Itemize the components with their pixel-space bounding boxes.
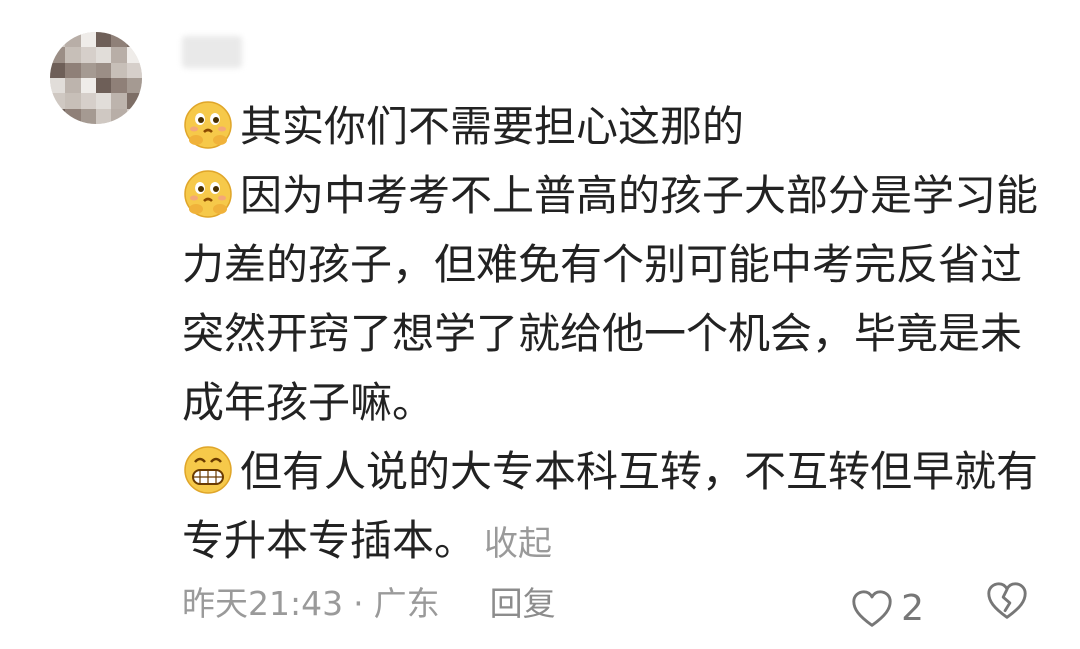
- comment-actions: 2: [849, 578, 1030, 639]
- heart-icon: [852, 589, 892, 627]
- avatar[interactable]: [50, 32, 142, 124]
- username-blurred[interactable]: [182, 36, 242, 68]
- comment-text-2: 因为中考考不上普高的孩子大部分是学习能力差的孩子，但难免有个别可能中考完反省过突…: [182, 171, 1039, 427]
- comment-paragraph-3: 但有人说的大专本科互转，不互转但早就有专升本专插本。 收起: [182, 437, 1042, 579]
- like-button[interactable]: 2: [849, 583, 924, 635]
- comment-paragraph-1: 其实你们不需要担心这那的: [182, 92, 1042, 161]
- smirk-emoji-icon: [184, 170, 232, 218]
- broken-heart-icon: [987, 582, 1027, 619]
- comment-body: 其实你们不需要担心这那的 因为中考考不上普高的孩子大部分是学习能力差的孩子，但难…: [182, 92, 1042, 579]
- separator-dot: ·: [353, 584, 364, 623]
- timestamp: 昨天21:43: [182, 584, 344, 623]
- comment-meta: 昨天21:43 · 广东 回复: [182, 578, 556, 630]
- reply-button[interactable]: 回复: [490, 578, 556, 630]
- smirk-emoji-icon: [184, 101, 232, 149]
- collapse-button[interactable]: 收起: [484, 524, 552, 564]
- dislike-button[interactable]: [984, 578, 1030, 639]
- comment-text-1: 其实你们不需要担心这那的: [240, 102, 745, 151]
- comment-text-3: 但有人说的大专本科互转，不互转但早就有专升本专插本。: [182, 447, 1039, 565]
- like-count: 2: [901, 587, 924, 629]
- location: 广东: [373, 584, 440, 623]
- grin-emoji-icon: [184, 446, 232, 494]
- comment-paragraph-2: 因为中考考不上普高的孩子大部分是学习能力差的孩子，但难免有个别可能中考完反省过突…: [182, 161, 1042, 437]
